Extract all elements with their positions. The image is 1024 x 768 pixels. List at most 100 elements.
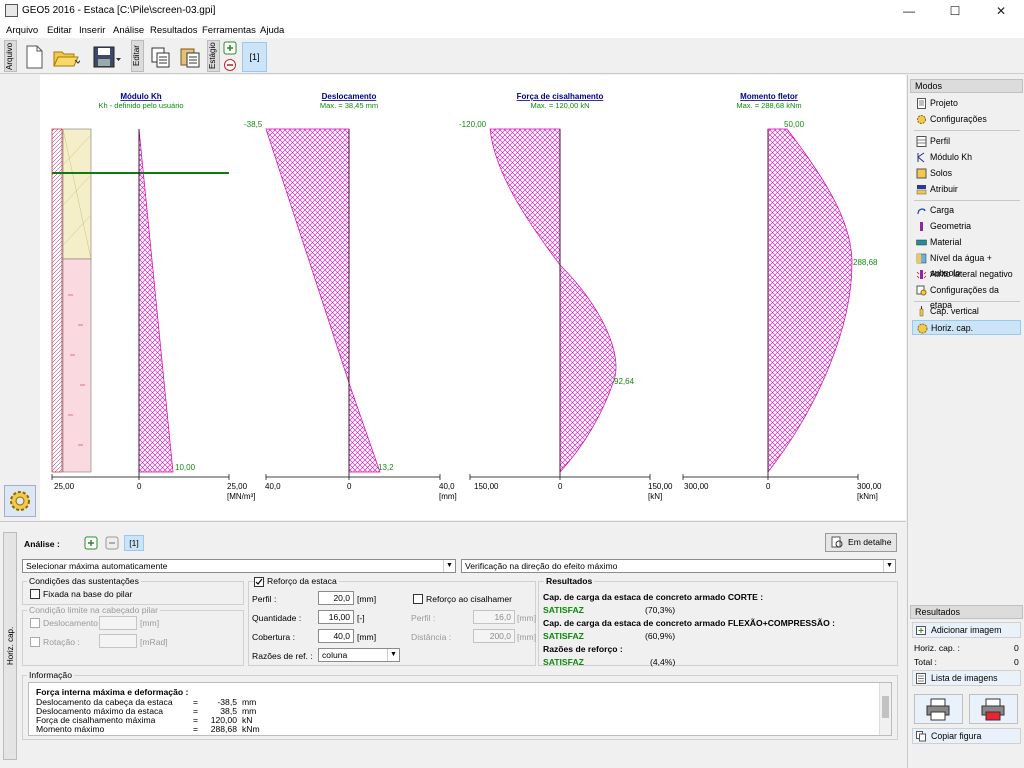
horiz-cap-side-tab[interactable]: Horiz. cap. xyxy=(3,532,17,760)
head-displacement-checkbox[interactable] xyxy=(30,618,40,628)
save-icon[interactable] xyxy=(92,44,122,70)
copy-figure-button[interactable]: Copiar figura xyxy=(912,728,1021,744)
shear-reinforcement-checkbox[interactable] xyxy=(413,594,423,604)
water-level-icon xyxy=(916,253,927,264)
maximize-button[interactable]: ☐ xyxy=(932,0,978,22)
mode-atribuir[interactable]: Atribuir xyxy=(912,182,1021,197)
fixed-base-checkbox[interactable] xyxy=(30,589,40,599)
select-maximum-dropdown[interactable]: Selecionar máxima automaticamente ▼ xyxy=(22,559,456,573)
moment-axis-right: 300,00 xyxy=(857,482,882,491)
mode-atrito-negativo[interactable]: Atrito lateral negativo xyxy=(912,267,1021,282)
mode-nivel-agua[interactable]: Nível da água + subsolo xyxy=(912,251,1021,278)
minimize-button[interactable]: — xyxy=(886,0,932,22)
ratio-dropdown[interactable]: coluna ▼ xyxy=(318,648,400,662)
moment-title: Momento fletor xyxy=(740,92,798,101)
profile-input[interactable]: 20,0 xyxy=(318,591,354,605)
mode-configuracoes[interactable]: Configurações xyxy=(912,112,1021,127)
chevron-down-icon: ▼ xyxy=(443,560,455,572)
mode-projeto[interactable]: Projeto xyxy=(912,96,1021,111)
cover-input[interactable]: 40,0 xyxy=(318,629,354,643)
left-strip xyxy=(0,75,40,520)
info-row-label: Momento máximo xyxy=(36,724,105,734)
info-textbox[interactable]: Força interna máxima e deformação : Desl… xyxy=(28,682,892,736)
mode-cap-vertical[interactable]: Cap. vertical xyxy=(912,304,1021,319)
result-ratio-title: Razões de reforço : xyxy=(543,644,623,654)
menu-analise[interactable]: Análise xyxy=(113,25,144,36)
mode-config-etapa[interactable]: Configurações da etapa xyxy=(912,283,1021,310)
shear-distance-input[interactable]: 200,0 xyxy=(473,629,515,643)
mode-modulo-kh[interactable]: Módulo Kh xyxy=(912,150,1021,165)
mode-label: Módulo Kh xyxy=(930,152,973,162)
shear-distance-label: Distância : xyxy=(411,632,452,642)
printer-icon xyxy=(926,698,950,721)
toolbar-group-estagio: Estágio xyxy=(207,40,220,72)
info-scrollbar[interactable] xyxy=(879,683,891,735)
menu-bar: Arquivo Editar Inserir Análise Resultado… xyxy=(0,22,1024,38)
mode-label: Atribuir xyxy=(930,184,958,194)
profile-unit: [mm] xyxy=(357,594,377,604)
fixed-base-label: Fixada na base do pilar xyxy=(43,589,133,599)
head-displacement-input[interactable] xyxy=(99,616,137,630)
mode-solos[interactable]: Solos xyxy=(912,166,1021,181)
window-title: GEO5 2016 - Estaca [C:\Pile\screen-03.gp… xyxy=(22,5,216,16)
settings-button[interactable] xyxy=(4,485,36,517)
kh-axis-mid: 0 xyxy=(137,482,142,491)
open-folder-icon[interactable] xyxy=(52,44,80,70)
new-file-icon[interactable] xyxy=(22,44,46,70)
quantity-unit: [-] xyxy=(357,613,365,623)
menu-resultados[interactable]: Resultados xyxy=(150,25,198,36)
horiz-cap-count-value: 0 xyxy=(1014,643,1019,653)
reinforcement-checkbox[interactable] xyxy=(254,577,264,587)
print-button[interactable] xyxy=(914,694,963,724)
print-pdf-button[interactable] xyxy=(969,694,1018,724)
mode-carga[interactable]: Carga xyxy=(912,203,1021,218)
shear-profile-unit: [mm] xyxy=(517,613,537,623)
shear-profile-input[interactable]: 16,0 xyxy=(473,610,515,624)
menu-ferramentas[interactable]: Ferramentas xyxy=(202,25,256,36)
image-list-button[interactable]: Lista de imagens xyxy=(912,670,1021,686)
kh-diagram xyxy=(138,128,174,475)
scrollbar-thumb[interactable] xyxy=(882,696,889,718)
close-button[interactable]: ✕ xyxy=(978,0,1024,22)
copy-data-icon[interactable] xyxy=(149,44,173,70)
result-ratio-pct: (4,4%) xyxy=(650,657,676,667)
kh-axis-left: 25,00 xyxy=(54,482,75,491)
quantity-input[interactable]: 16,00 xyxy=(318,610,354,624)
menu-arquivo[interactable]: Arquivo xyxy=(6,25,38,36)
verification-direction-dropdown[interactable]: Verificação na direção do efeito máximo ▼ xyxy=(461,559,896,573)
horizontal-capacity-icon xyxy=(917,323,928,334)
result-shear-title: Cap. de carga da estaca de concreto arma… xyxy=(543,592,764,602)
displacement-subtitle: Max. = 38,45 mm xyxy=(320,101,378,110)
menu-inserir[interactable]: Inserir xyxy=(79,25,105,36)
remove-stage-icon[interactable] xyxy=(223,58,237,72)
displacement-title: Deslocamento xyxy=(322,92,377,101)
head-rotation-input[interactable] xyxy=(99,634,137,648)
add-analysis-icon[interactable] xyxy=(84,536,98,550)
analysis-stage-tab[interactable]: [1] xyxy=(124,535,144,551)
add-stage-icon[interactable] xyxy=(223,41,237,55)
stage-1-button[interactable]: [1] xyxy=(242,42,267,72)
mode-horiz-cap[interactable]: Horiz. cap. xyxy=(912,320,1021,335)
ratio-label: Razões de ref. : xyxy=(252,651,313,661)
remove-analysis-icon[interactable] xyxy=(105,536,119,550)
menu-editar[interactable]: Editar xyxy=(47,25,72,36)
detail-button[interactable]: Em detalhe xyxy=(825,533,897,552)
image-list-label: Lista de imagens xyxy=(931,673,998,683)
paste-data-icon[interactable] xyxy=(178,44,202,70)
head-rotation-checkbox[interactable] xyxy=(30,637,40,647)
mode-material[interactable]: Material xyxy=(912,235,1021,250)
mode-label: Projeto xyxy=(930,98,958,108)
kh-axis-right: 25,00 xyxy=(227,482,248,491)
info-heading: Força interna máxima e deformação : xyxy=(36,687,189,697)
assign-icon xyxy=(916,185,927,195)
mode-perfil[interactable]: Perfil xyxy=(912,134,1021,149)
add-image-button[interactable]: Adicionar imagem xyxy=(912,622,1021,638)
moment-axis-left: 300,00 xyxy=(684,482,709,491)
chevron-down-icon: ▼ xyxy=(387,649,399,661)
mode-geometria[interactable]: Geometria xyxy=(912,219,1021,234)
menu-ajuda[interactable]: Ajuda xyxy=(260,25,284,36)
drawing-area[interactable]: Módulo Kh Kh - definido pelo usuário Des… xyxy=(40,75,906,520)
shear-top-value: -120,00 xyxy=(459,120,487,129)
modes-title: Modos xyxy=(910,79,1023,93)
displacement-axis-unit: [mm] xyxy=(439,492,457,501)
